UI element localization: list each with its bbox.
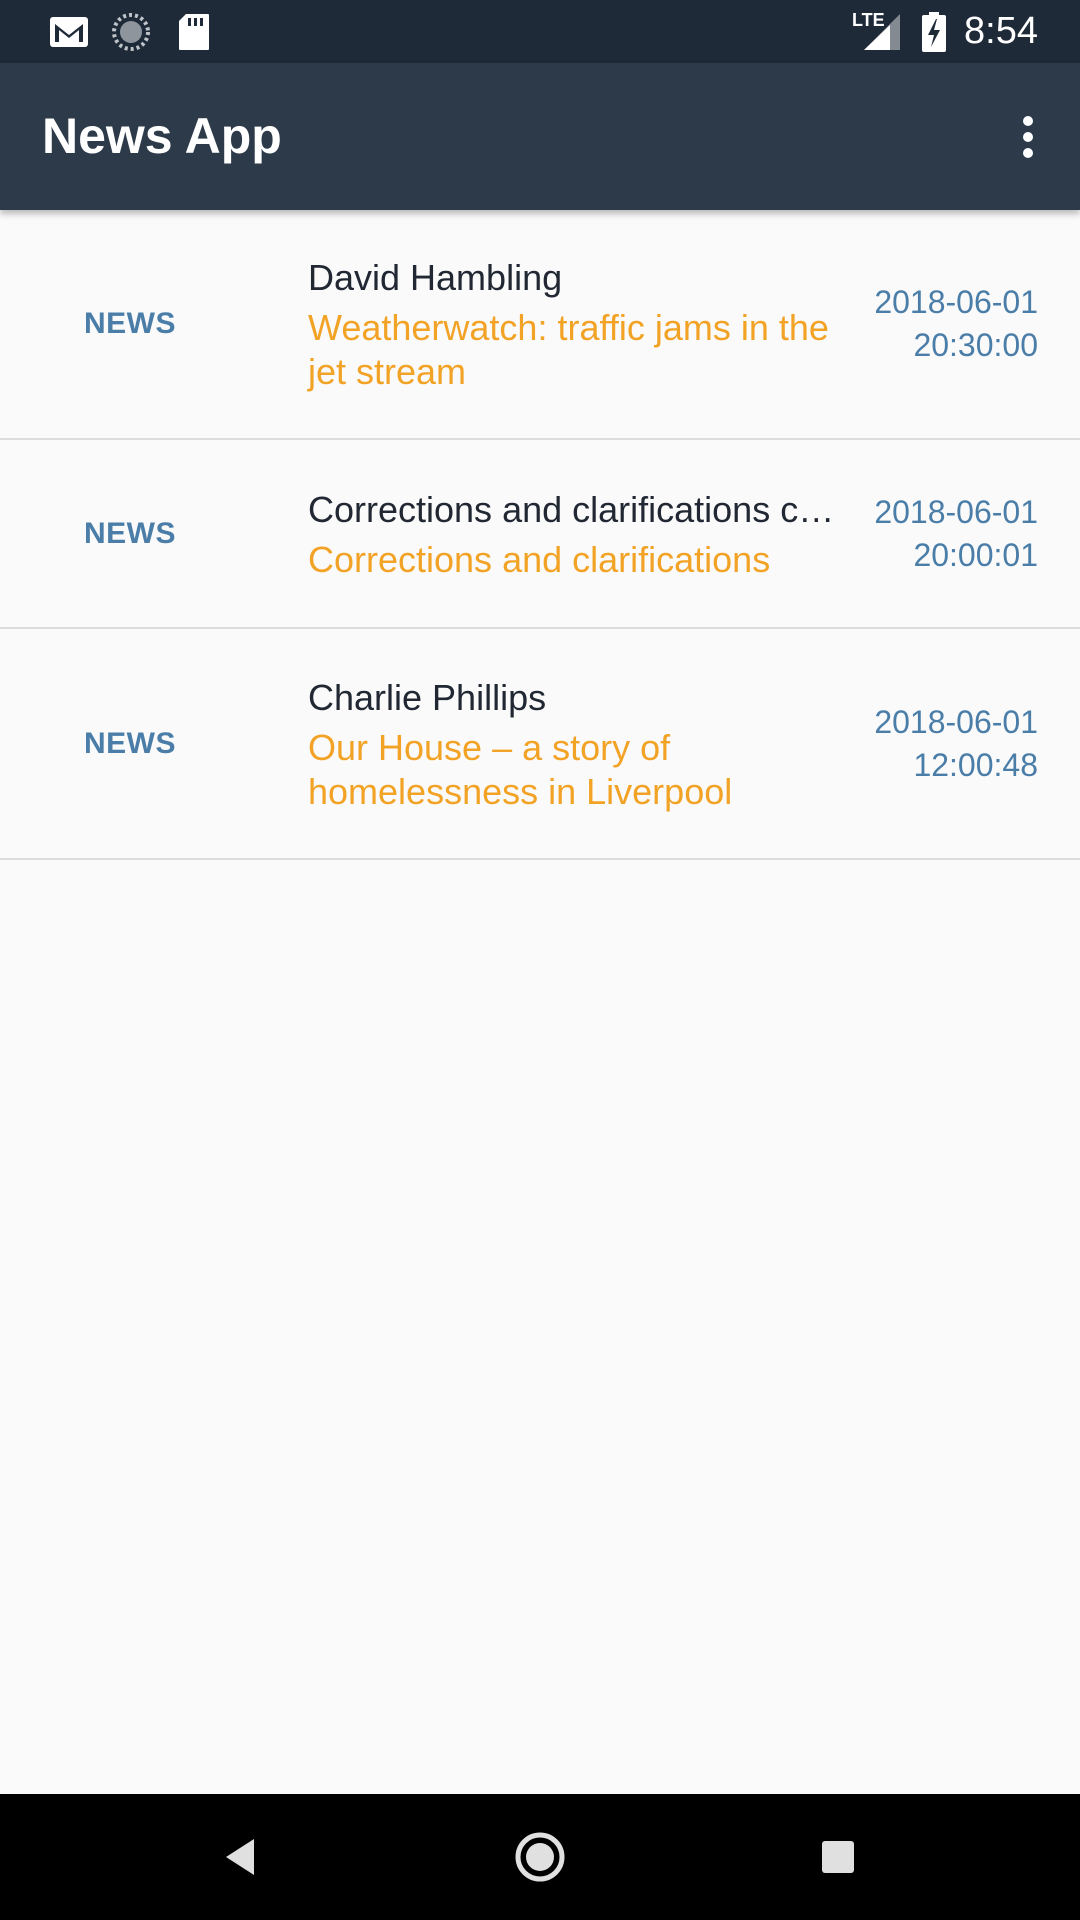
sync-icon (108, 0, 154, 63)
status-bar: LTE 8:54 (0, 0, 1080, 63)
back-icon (226, 1839, 254, 1875)
more-vert-icon (1023, 116, 1033, 158)
gmail-icon (46, 0, 92, 63)
section-label: NEWS (84, 516, 176, 550)
publish-date-time: 20:30:00 (913, 327, 1038, 363)
publish-date-day: 2018-06-01 (874, 284, 1038, 320)
headline: Weatherwatch: traffic jams in the jet st… (308, 307, 829, 392)
author: Charlie Phillips (308, 676, 547, 718)
home-button[interactable] (500, 1817, 580, 1897)
signal-icon: LTE (850, 0, 904, 63)
publish-date-time: 12:00:48 (913, 746, 1038, 783)
list-item[interactable]: NEWS Corrections and clarifications c… C… (0, 440, 1080, 629)
navigation-bar (0, 1794, 1080, 1920)
sd-card-icon (176, 0, 212, 63)
publish-date-time: 20:00:01 (913, 536, 1038, 573)
clock: 8:54 (964, 10, 1038, 52)
home-icon (515, 1832, 565, 1882)
author: Corrections and clarifications c… (308, 488, 835, 530)
list-item[interactable]: NEWS Charlie Phillips Our House – a stor… (0, 629, 1080, 860)
item-body: Corrections and clarifications c… Correc… (308, 440, 848, 627)
publish-date: 2018-06-01 20:30:00 (874, 210, 1038, 438)
section-label: NEWS (84, 726, 176, 760)
battery-charging-icon (918, 0, 950, 63)
app-bar: News App (0, 63, 1080, 210)
item-body: David Hambling Weatherwatch: traffic jam… (308, 210, 848, 438)
back-button[interactable] (200, 1817, 280, 1897)
recents-button[interactable] (798, 1817, 878, 1897)
item-body: Charlie Phillips Our House – a story of … (308, 629, 848, 858)
app-title: News App (42, 108, 282, 164)
publish-date: 2018-06-01 20:00:01 (874, 440, 1038, 627)
author: David Hambling (308, 257, 563, 298)
recents-icon (822, 1841, 854, 1873)
headline: Corrections and clarifications (308, 538, 771, 580)
section-label: NEWS (84, 307, 176, 340)
more-options-button[interactable] (996, 99, 1060, 175)
headline: Our House – a story of homelessness in L… (308, 726, 733, 812)
publish-date-day: 2018-06-01 (874, 703, 1038, 740)
publish-date: 2018-06-01 12:00:48 (874, 629, 1038, 858)
publish-date-day: 2018-06-01 (874, 493, 1038, 530)
list-item[interactable]: NEWS David Hambling Weatherwatch: traffi… (0, 210, 1080, 440)
news-list: NEWS David Hambling Weatherwatch: traffi… (0, 210, 1080, 860)
